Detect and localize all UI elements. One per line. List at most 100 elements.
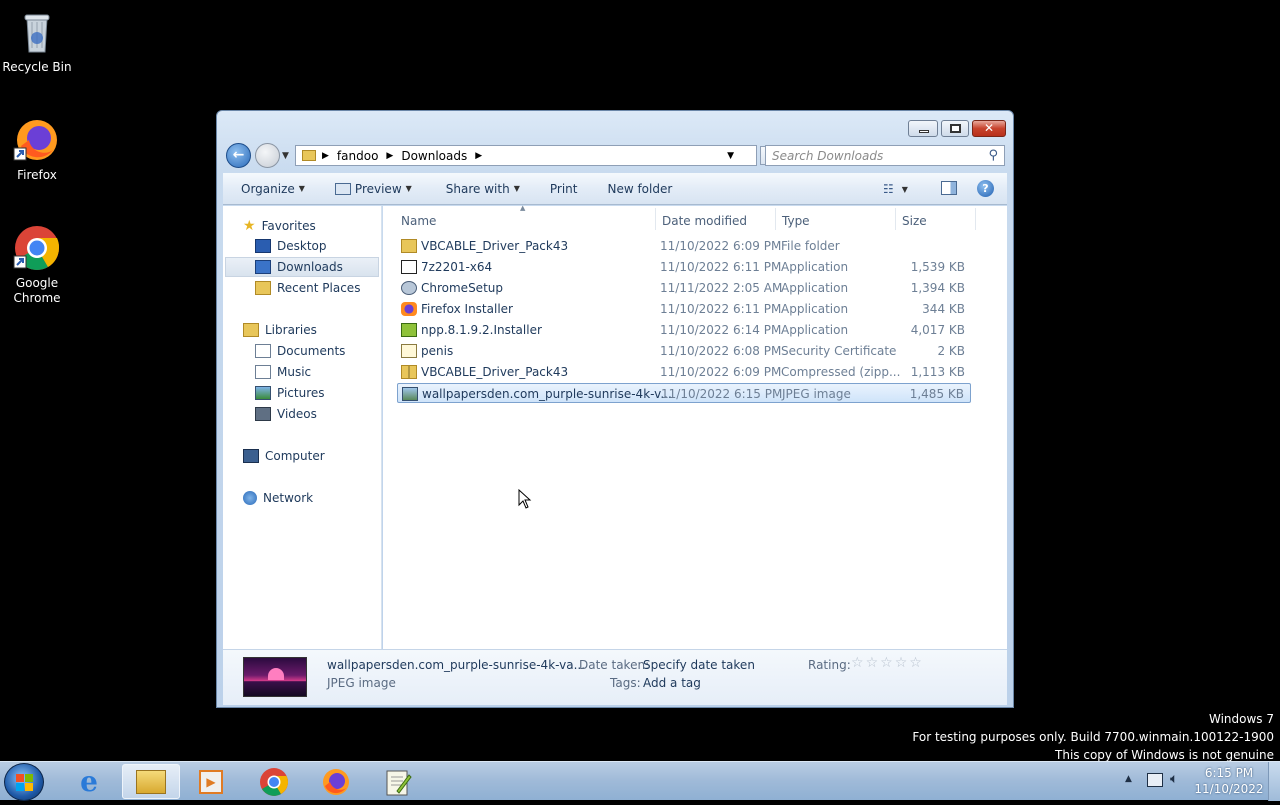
- chevron-down-icon: ▼: [513, 184, 520, 193]
- star-icon[interactable]: ☆: [866, 655, 881, 671]
- close-button[interactable]: ✕: [972, 120, 1006, 137]
- network-tray-icon[interactable]: [1147, 773, 1163, 787]
- view-options-button[interactable]: ☷ ▼: [883, 182, 908, 196]
- file-row[interactable]: VBCABLE_Driver_Pack43 11/10/2022 6:09 PM C…: [397, 362, 971, 382]
- search-placeholder: Search Downloads: [772, 149, 884, 163]
- forward-button[interactable]: [255, 143, 280, 168]
- file-row[interactable]: 7z2201-x64 11/10/2022 6:11 PM Application 1…: [397, 257, 971, 277]
- taskbar-windows-explorer[interactable]: [122, 764, 180, 799]
- nav-recent-places[interactable]: Recent Places: [255, 281, 360, 295]
- taskbar-chrome[interactable]: [245, 764, 303, 799]
- rating-label: Rating:: [808, 658, 851, 672]
- clock[interactable]: 6:15 PM 11/10/2022: [1194, 765, 1264, 797]
- breadcrumb-separator-icon[interactable]: ▶: [475, 151, 482, 161]
- explorer-window[interactable]: ✕ ← ▼ ▶ fandoo ▶ Downloads ▶ ▼ ⇆ Search …: [216, 110, 1014, 708]
- organize-label: Organize: [241, 181, 295, 196]
- file-row[interactable]: npp.8.1.9.2.Installer 11/10/2022 6:14 PM A…: [397, 320, 971, 340]
- music-icon: [255, 365, 271, 379]
- address-bar[interactable]: ▶ fandoo ▶ Downloads ▶ ▼ ⇆: [295, 145, 782, 166]
- file-list[interactable]: ▲ Name Date modified Type Size VBCABLE_D…: [383, 204, 1007, 649]
- arrow-left-icon: ←: [232, 147, 245, 163]
- star-icon[interactable]: ☆: [880, 655, 895, 671]
- back-button[interactable]: ←: [226, 143, 251, 168]
- nav-libraries[interactable]: Libraries: [243, 323, 317, 337]
- tags-value[interactable]: Add a tag: [643, 676, 701, 690]
- file-row[interactable]: wallpapersden.com_purple-sunrise-4k-v...…: [397, 383, 971, 403]
- new-folder-button[interactable]: New folder: [589, 182, 684, 196]
- taskbar-notepad-plus-plus[interactable]: [369, 764, 427, 799]
- print-button[interactable]: Print: [532, 182, 590, 196]
- desktop-icon-recycle-bin[interactable]: Recycle Bin: [0, 8, 74, 75]
- file-row[interactable]: ChromeSetup 11/11/2022 2:05 AM Application…: [397, 278, 971, 298]
- rating-stars[interactable]: ☆☆☆☆☆: [851, 655, 924, 671]
- star-icon[interactable]: ☆: [851, 655, 866, 671]
- desktop-icon-google-chrome[interactable]: Google Chrome: [0, 224, 74, 306]
- file-row[interactable]: penis 11/10/2022 6:08 PM Security Certific…: [397, 341, 971, 361]
- file-name: penis: [421, 344, 454, 358]
- desktop-icon-firefox[interactable]: Firefox: [0, 116, 74, 183]
- setup-icon: [401, 281, 417, 295]
- volume-icon[interactable]: 🔈︎: [1170, 771, 1178, 787]
- column-date-modified[interactable]: Date modified: [662, 214, 747, 228]
- show-desktop-button[interactable]: [1268, 762, 1280, 801]
- file-size: 1,485 KB: [909, 387, 964, 401]
- help-button[interactable]: ?: [977, 180, 994, 197]
- nav-label: Documents: [277, 344, 346, 358]
- preview-pane-button[interactable]: [941, 181, 957, 195]
- breadcrumb-separator-icon[interactable]: ▶: [322, 151, 329, 161]
- taskbar-firefox[interactable]: [307, 764, 365, 799]
- image-thumbnail: [243, 657, 307, 697]
- column-divider[interactable]: [895, 208, 896, 230]
- column-size[interactable]: Size: [902, 214, 927, 228]
- show-hidden-icons-button[interactable]: ▲: [1125, 774, 1132, 784]
- nav-network[interactable]: Network: [243, 491, 313, 505]
- column-divider[interactable]: [975, 208, 976, 230]
- watermark-line-1: Windows 7: [1208, 712, 1274, 726]
- start-button[interactable]: [4, 763, 44, 801]
- preview-button[interactable]: Preview ▼: [317, 182, 424, 196]
- libraries-icon: [243, 323, 259, 337]
- breadcrumb-separator-icon[interactable]: ▶: [386, 151, 393, 161]
- search-input[interactable]: Search Downloads ⚲: [765, 145, 1005, 166]
- nav-music[interactable]: Music: [255, 365, 311, 379]
- nav-downloads[interactable]: Downloads: [255, 260, 343, 274]
- search-icon: ⚲: [988, 148, 998, 163]
- taskbar-internet-explorer[interactable]: e: [60, 764, 118, 799]
- nav-favorites[interactable]: ★ Favorites: [243, 218, 316, 234]
- star-icon[interactable]: ☆: [909, 655, 924, 671]
- downloads-folder-icon: [255, 260, 271, 274]
- windows-watermark: Windows 7 For testing purposes only. Bui…: [912, 710, 1274, 764]
- nav-desktop[interactable]: Desktop: [255, 239, 327, 253]
- file-name: npp.8.1.9.2.Installer: [421, 323, 542, 337]
- date-taken-value[interactable]: Specify date taken: [643, 658, 755, 672]
- nav-pictures[interactable]: Pictures: [255, 386, 325, 400]
- chevron-up-icon: ▲: [1125, 774, 1132, 784]
- chevron-down-icon: ▼: [901, 184, 908, 194]
- nav-computer[interactable]: Computer: [243, 449, 325, 463]
- column-divider[interactable]: [655, 208, 656, 230]
- column-name[interactable]: Name: [401, 214, 436, 228]
- file-row[interactable]: Firefox Installer 11/10/2022 6:11 PM Appli…: [397, 299, 971, 319]
- folder-icon: [302, 150, 316, 161]
- file-type: Application: [781, 323, 849, 337]
- recent-pages-dropdown[interactable]: ▼: [282, 151, 289, 161]
- organize-button[interactable]: Organize ▼: [223, 182, 317, 196]
- column-divider[interactable]: [775, 208, 776, 230]
- star-icon[interactable]: ☆: [895, 655, 910, 671]
- taskbar-media-player[interactable]: ▶: [182, 764, 240, 799]
- share-with-button[interactable]: Share with ▼: [424, 182, 532, 196]
- column-type[interactable]: Type: [782, 214, 810, 228]
- minimize-button[interactable]: [908, 120, 938, 137]
- nav-documents[interactable]: Documents: [255, 344, 345, 358]
- maximize-button[interactable]: [941, 120, 969, 137]
- file-row[interactable]: VBCABLE_Driver_Pack43 11/10/2022 6:09 PM F…: [397, 236, 971, 256]
- nav-label: Pictures: [277, 386, 325, 400]
- notepad-plus-plus-icon: [386, 770, 412, 795]
- file-size: 2 KB: [937, 344, 965, 358]
- desktop-icon-label: Firefox: [17, 168, 57, 182]
- sort-indicator-icon: ▲: [520, 204, 526, 212]
- nav-videos[interactable]: Videos: [255, 407, 317, 421]
- breadcrumb-fandoo[interactable]: fandoo: [337, 149, 378, 163]
- address-dropdown-icon[interactable]: ▼: [727, 151, 734, 161]
- breadcrumb-downloads[interactable]: Downloads: [401, 149, 467, 163]
